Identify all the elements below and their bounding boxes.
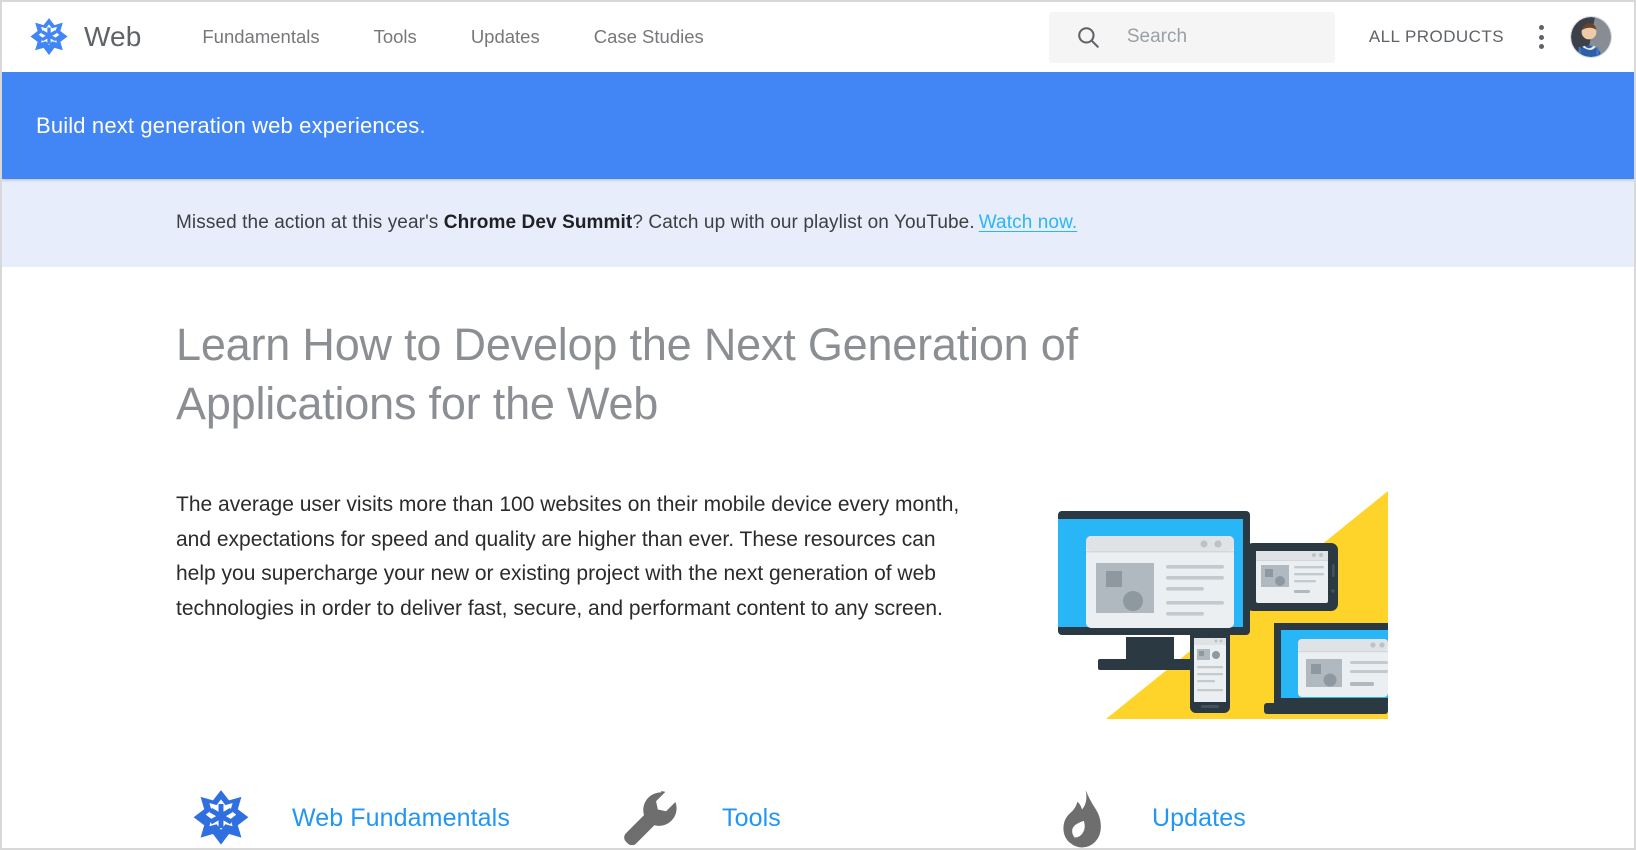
card-label: Updates <box>1152 803 1246 832</box>
notice-banner: Missed the action at this year's Chrome … <box>2 179 1634 267</box>
card-label: Web Fundamentals <box>292 803 510 832</box>
nav-item-tools[interactable]: Tools <box>347 26 444 48</box>
hero-tagline: Build next generation web experiences. <box>36 112 426 138</box>
search-box[interactable] <box>1048 11 1335 63</box>
notice-text-before: Missed the action at this year's <box>176 212 444 233</box>
notice-text-bold: Chrome Dev Summit <box>443 212 633 233</box>
notice-text-after: ? Catch up with our playlist on YouTube. <box>632 212 975 233</box>
flame-icon <box>1044 781 1118 848</box>
multi-device-responsive-illustration <box>1016 491 1388 719</box>
brand-title: Web <box>84 21 142 52</box>
browser-page: Web Fundamentals Tools Updates Case Stud… <box>0 0 1636 850</box>
card-tools[interactable]: Tools <box>614 781 1044 848</box>
nav-item-fundamentals[interactable]: Fundamentals <box>175 26 346 48</box>
main-content: Learn How to Develop the Next Generation… <box>2 267 1634 848</box>
primary-nav: Fundamentals Tools Updates Case Studies <box>175 26 730 48</box>
nav-item-updates[interactable]: Updates <box>444 26 567 48</box>
nav-item-case-studies[interactable]: Case Studies <box>567 26 731 48</box>
search-input[interactable] <box>1126 11 1302 63</box>
kebab-dot <box>1538 24 1544 30</box>
hero-banner: Build next generation web experiences. <box>2 72 1634 179</box>
intro-paragraph: The average user visits more than 100 we… <box>176 493 960 620</box>
quick-links-row: Web Fundamentals Tools Updates <box>176 781 1634 848</box>
card-web-fundamentals[interactable]: Web Fundamentals <box>184 781 614 848</box>
search-icon <box>1075 24 1101 50</box>
web-asterisk-icon <box>184 781 258 848</box>
brand-home-link[interactable]: Web <box>28 16 141 58</box>
user-avatar[interactable] <box>1570 16 1612 58</box>
all-products-link[interactable]: ALL PRODUCTS <box>1369 27 1504 47</box>
card-label: Tools <box>722 803 781 832</box>
kebab-dot <box>1538 44 1544 50</box>
watch-now-link[interactable]: Watch now. <box>979 212 1078 233</box>
page-title: Learn How to Develop the Next Generation… <box>176 319 1078 429</box>
intro-row: The average user visits more than 100 we… <box>176 488 1634 719</box>
kebab-menu-icon[interactable] <box>1526 20 1556 54</box>
kebab-dot <box>1538 34 1544 40</box>
notice-text: Missed the action at this year's Chrome … <box>176 212 1077 234</box>
site-header: Web Fundamentals Tools Updates Case Stud… <box>2 2 1634 72</box>
wrench-icon <box>614 781 688 848</box>
web-asterisk-logo-icon <box>28 16 70 58</box>
card-updates[interactable]: Updates <box>1044 781 1474 848</box>
